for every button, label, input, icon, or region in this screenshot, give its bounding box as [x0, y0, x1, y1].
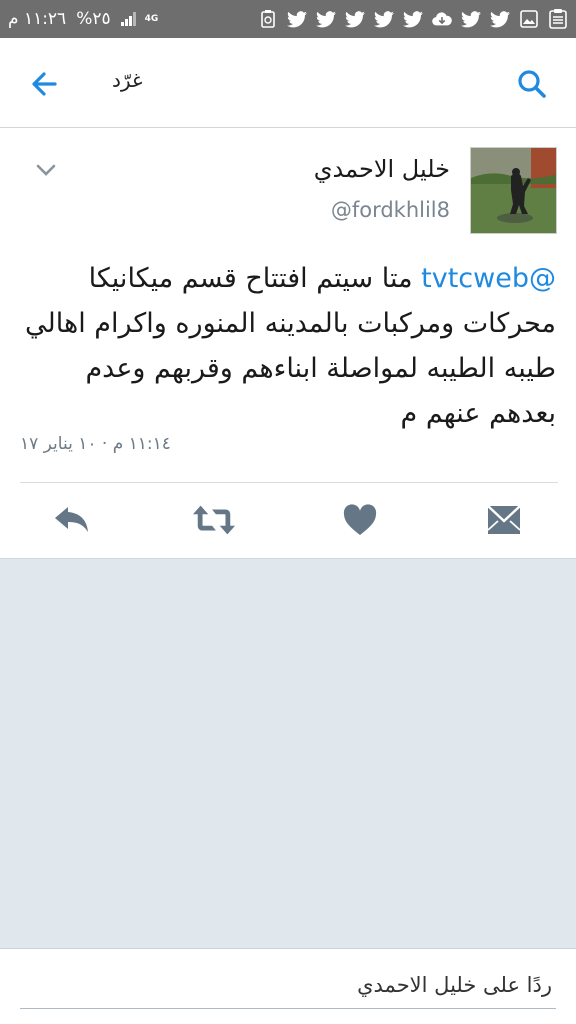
- empty-area: [0, 558, 576, 948]
- app-bar: غرّد: [0, 38, 576, 128]
- envelope-icon[interactable]: [482, 498, 526, 542]
- notification-icons: [258, 9, 568, 29]
- image-icon: [519, 9, 539, 29]
- signal-icon: [120, 12, 136, 26]
- search-icon[interactable]: [514, 66, 550, 102]
- twitter-icon: [461, 9, 481, 29]
- tweet-text: @tvtcweb متا سيتم افتتاح قسم ميكانيكا مح…: [16, 256, 556, 436]
- page-title: غرّد: [112, 68, 143, 92]
- tweet-actions: [0, 498, 576, 548]
- recycle-icon: [258, 9, 278, 29]
- network-type: 4G: [144, 13, 159, 24]
- twitter-icon: [316, 9, 336, 29]
- retweet-icon[interactable]: [192, 498, 236, 542]
- divider: [20, 482, 558, 483]
- clock: ١١:٢٦ م: [8, 9, 67, 29]
- reply-icon[interactable]: [50, 498, 94, 542]
- reply-bar: [0, 948, 576, 1024]
- twitter-icon: [287, 9, 307, 29]
- twitter-icon: [345, 9, 365, 29]
- back-arrow-icon[interactable]: [26, 66, 62, 102]
- tweet-timestamp: ١١:١٤ م · ١٠ يناير ١٧: [20, 434, 171, 454]
- cloud-download-icon: [432, 9, 452, 29]
- twitter-icon: [374, 9, 394, 29]
- status-bar: ١١:٢٦ م %٢٥ 4G: [0, 0, 576, 38]
- status-left: ١١:٢٦ م %٢٥ 4G: [8, 9, 158, 29]
- clipboard-icon: [548, 9, 568, 29]
- twitter-icon: [490, 9, 510, 29]
- reply-input[interactable]: [20, 961, 556, 1009]
- heart-icon[interactable]: [338, 498, 382, 542]
- chevron-down-icon[interactable]: [34, 160, 58, 180]
- twitter-icon: [403, 9, 423, 29]
- user-handle[interactable]: @fordkhlil8: [331, 198, 450, 222]
- display-name[interactable]: خليل الاحمدي: [314, 155, 450, 183]
- avatar[interactable]: [470, 147, 557, 234]
- mention-link[interactable]: @tvtcweb: [421, 263, 556, 294]
- battery-percent: %٢٥: [76, 9, 111, 29]
